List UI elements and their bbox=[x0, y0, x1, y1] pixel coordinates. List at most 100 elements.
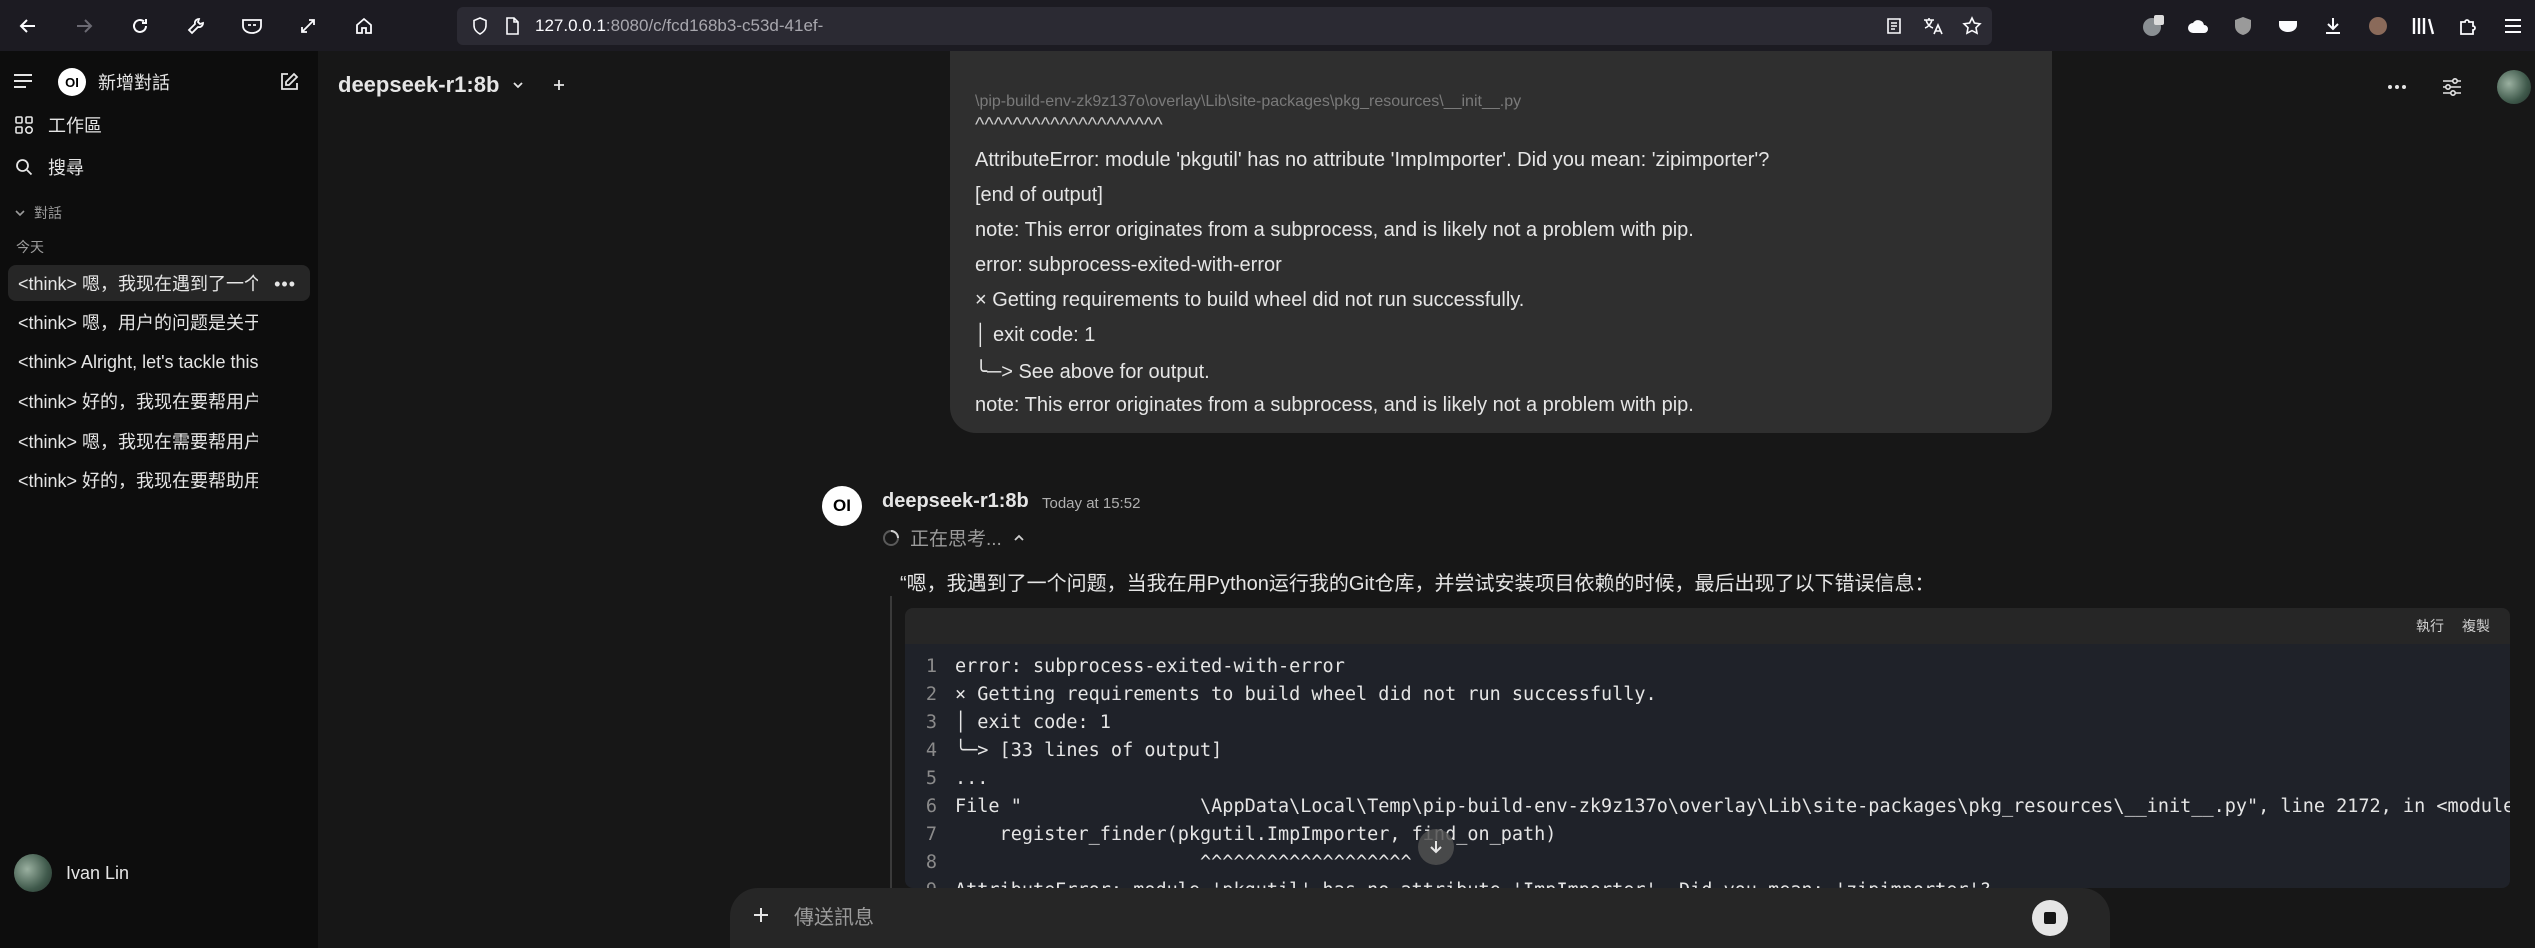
back-button[interactable] bbox=[0, 0, 56, 51]
chat-item-title: <think> 好的，我现在要帮用户解决 bbox=[18, 392, 258, 412]
new-chat-button[interactable] bbox=[278, 71, 300, 93]
star-icon[interactable] bbox=[1962, 16, 1982, 36]
model-name: deepseek-r1:8b bbox=[338, 72, 500, 97]
add-model-icon[interactable] bbox=[551, 77, 567, 93]
forward-button[interactable] bbox=[56, 0, 112, 51]
chat-item-title: <think> 嗯，我现在遇到了一个问题 bbox=[18, 274, 258, 294]
code-line: 7 register_finder(pkgutil.ImpImporter, f… bbox=[925, 824, 1557, 845]
reload-button[interactable] bbox=[112, 0, 168, 51]
home-button[interactable] bbox=[336, 0, 392, 51]
model-selector[interactable]: deepseek-r1:8b bbox=[338, 72, 567, 98]
attach-button[interactable] bbox=[750, 904, 772, 926]
devtools-button[interactable] bbox=[168, 0, 224, 51]
run-code-button[interactable]: 執行 bbox=[2416, 616, 2444, 636]
chat-item[interactable]: <think> 嗯，用户的问题是关于在他 bbox=[8, 304, 310, 340]
chat-item-title: <think> 好的，我现在要帮助用户将 bbox=[18, 471, 258, 491]
new-chat-link[interactable]: OI 新增對話 bbox=[58, 68, 170, 96]
mask-extension-icon[interactable] bbox=[2275, 13, 2300, 38]
menu-icon bbox=[14, 74, 32, 88]
profile-extension-icon[interactable] bbox=[2365, 13, 2390, 38]
chats-section-toggle[interactable]: 對話 bbox=[14, 203, 62, 223]
home-icon bbox=[356, 17, 372, 34]
message-line: error: subprocess-exited-with-error bbox=[975, 254, 1282, 276]
code-line: 5... bbox=[925, 768, 989, 789]
chat-item[interactable]: <think> Alright, let's tackle this ta bbox=[8, 344, 310, 380]
mask-icon bbox=[242, 18, 262, 34]
ublock-extension-icon[interactable] bbox=[2230, 13, 2255, 38]
library-icon[interactable] bbox=[2410, 13, 2435, 38]
thinking-text: “嗯，我遇到了一个问题，当我在用Python运行我的Git仓库，并尝试安装项目依… bbox=[900, 573, 1935, 595]
extensions-area bbox=[2140, 0, 2525, 51]
code-line: 6 File " \AppData\Local\Temp\pip-build-en… bbox=[925, 796, 2510, 817]
new-chat-label: 新增對話 bbox=[98, 73, 170, 93]
user-message-bubble: \pip-build-env-zk9z137o\overlay\Lib\site… bbox=[950, 51, 2052, 433]
download-icon[interactable] bbox=[2320, 13, 2345, 38]
sidebar-toggle-button[interactable] bbox=[12, 71, 34, 91]
message-timestamp: Today at 15:52 bbox=[1042, 495, 1141, 512]
assistant-name: deepseek-r1:8b bbox=[882, 490, 1029, 512]
scroll-to-bottom-button[interactable] bbox=[1418, 829, 1454, 865]
chat-item-title: <think> 嗯，我现在需要帮用户优化 bbox=[18, 432, 258, 452]
app-menu-icon[interactable] bbox=[2500, 13, 2525, 38]
message-line: │ exit code: 1 bbox=[975, 324, 1096, 346]
chat-item-title: <think> 嗯，用户的问题是关于在他 bbox=[18, 313, 258, 333]
page-icon bbox=[506, 17, 519, 35]
sidebar-item-workspace[interactable]: 工作區 bbox=[14, 112, 102, 138]
wrench-icon bbox=[187, 17, 204, 34]
copy-code-button[interactable]: 複製 bbox=[2462, 616, 2490, 636]
url-host: 127.0.0.1 bbox=[535, 16, 606, 35]
message-line: ^^^^^^^^^^^^^^^^^^^^ bbox=[975, 114, 1163, 136]
chat-item-title: <think> Alright, let's tackle this ta bbox=[18, 351, 258, 372]
chevron-down-icon bbox=[15, 210, 25, 217]
sidebar: OI 新增對話 工作區 搜尋 對話 今天 <think> 嗯，我现在遇到了一个问… bbox=[0, 51, 318, 948]
reader-view-icon[interactable] bbox=[1884, 16, 1904, 36]
chat-item[interactable]: <think> 好的，我现在要帮用户解决 bbox=[8, 383, 310, 419]
message-line: [end of output] bbox=[975, 184, 1103, 206]
message-line: \pip-build-env-zk9z137o\overlay\Lib\site… bbox=[975, 93, 1522, 110]
user-profile-button[interactable]: Ivan Lin bbox=[14, 854, 129, 892]
today-group-label: 今天 bbox=[16, 239, 44, 255]
puzzle-extensions-icon[interactable] bbox=[2455, 13, 2480, 38]
translator-extension-icon[interactable] bbox=[2140, 13, 2165, 38]
message-line: × Getting requirements to build wheel di… bbox=[975, 289, 1525, 311]
code-line: 9AttributeError: module 'pkgutil' has no… bbox=[905, 880, 1991, 888]
translate-icon[interactable] bbox=[1922, 16, 1944, 36]
fullscreen-button[interactable] bbox=[280, 0, 336, 51]
thinking-toggle[interactable]: 正在思考... bbox=[882, 524, 1026, 551]
avatar[interactable] bbox=[2497, 70, 2531, 104]
thinking-border bbox=[890, 596, 892, 896]
chevron-up-icon bbox=[1014, 534, 1024, 541]
sidebar-item-search[interactable]: 搜尋 bbox=[14, 154, 84, 180]
chat-item[interactable]: <think> 好的，我现在要帮助用户将 bbox=[8, 462, 310, 498]
url-text: 127.0.0.1:8080/c/fcd168b3-c53d-41ef- bbox=[535, 16, 823, 36]
header-actions bbox=[2387, 70, 2531, 104]
search-label: 搜尋 bbox=[48, 158, 84, 178]
message-input[interactable] bbox=[794, 902, 1994, 934]
assistant-avatar: OI bbox=[822, 486, 862, 526]
reload-icon bbox=[133, 18, 147, 33]
thinking-label: 正在思考... bbox=[910, 529, 1002, 550]
code-block: 執行 複製 1 error: subprocess-exited-with-err… bbox=[905, 608, 2510, 888]
message-input-bar bbox=[730, 888, 2110, 948]
code-header: 執行 複製 bbox=[905, 608, 2510, 644]
more-options-icon[interactable]: ••• bbox=[274, 274, 296, 295]
message-line: AttributeError: module 'pkgutil' has no … bbox=[975, 149, 1770, 171]
cloud-extension-icon[interactable] bbox=[2185, 13, 2210, 38]
screenshot-button[interactable] bbox=[224, 0, 280, 51]
workspace-label: 工作區 bbox=[48, 116, 102, 136]
arrow-right-icon bbox=[77, 18, 93, 33]
chat-item[interactable]: <think> 嗯，我现在需要帮用户优化 bbox=[8, 423, 310, 459]
code-line: 1 error: subprocess-exited-with-error bbox=[925, 656, 1345, 677]
code-line: 3 │ exit code: 1 bbox=[925, 712, 1111, 733]
more-options-icon[interactable] bbox=[2387, 84, 2407, 90]
arrow-left-icon bbox=[19, 18, 35, 33]
expand-icon bbox=[301, 18, 315, 33]
stop-generation-button[interactable] bbox=[2032, 900, 2068, 936]
chat-item[interactable]: <think> 嗯，我现在遇到了一个问题 ••• bbox=[8, 265, 310, 301]
spinner-icon bbox=[883, 529, 899, 546]
code-line: 8 ^^^^^^^^^^^^^^^^^^^ bbox=[925, 852, 1412, 873]
url-bar[interactable]: 127.0.0.1:8080/c/fcd168b3-c53d-41ef- bbox=[457, 7, 1992, 45]
chevron-down-icon bbox=[513, 82, 524, 89]
settings-sliders-icon[interactable] bbox=[2441, 77, 2463, 97]
code-line: 2 × Getting requirements to build wheel d… bbox=[925, 684, 1657, 705]
